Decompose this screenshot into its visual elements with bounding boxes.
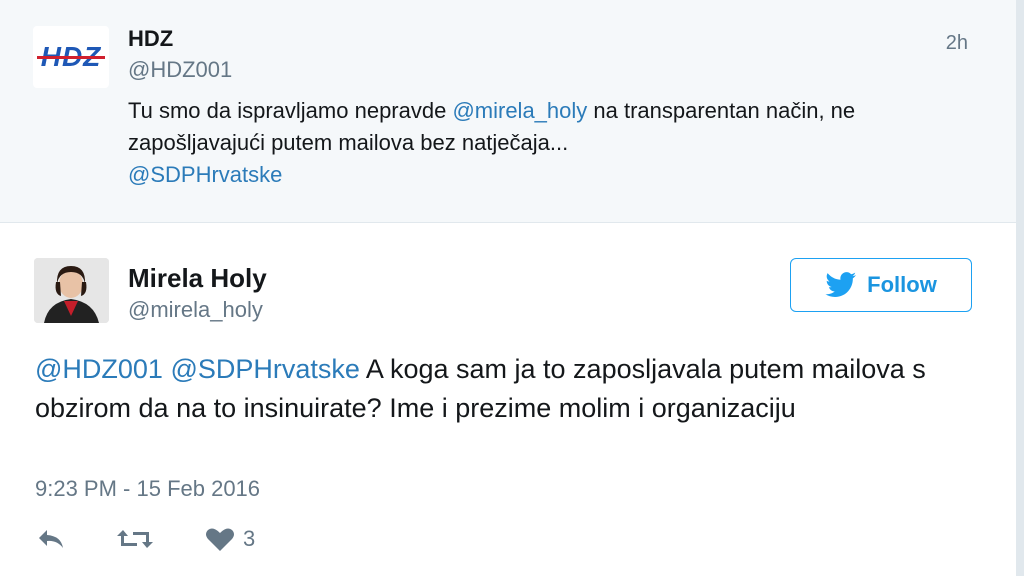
retweet-button[interactable]: [115, 526, 155, 552]
parent-tweet[interactable]: HDZ HDZ @HDZ001 2h Tu smo da ispravljamo…: [0, 0, 1016, 223]
like-button[interactable]: 3: [205, 526, 255, 552]
parent-tweet-text: Tu smo da ispravljamo nepravde @mirela_h…: [128, 95, 988, 191]
reply-button[interactable]: [35, 526, 67, 552]
hdz-logo: HDZ: [36, 41, 105, 72]
author-name[interactable]: Mirela Holy: [128, 263, 267, 294]
tweet-text: @HDZ001 @SDPHrvatske A koga sam ja to za…: [35, 350, 985, 428]
heart-icon: [206, 528, 234, 551]
mention-link-sdphrvatske-main[interactable]: @SDPHrvatske: [170, 354, 359, 384]
reply-icon: [39, 530, 63, 548]
avatar-photo: [34, 258, 109, 323]
twitter-bird-icon: [825, 272, 857, 297]
mirela-holy-avatar[interactable]: [34, 258, 109, 323]
follow-label: Follow: [867, 272, 937, 297]
right-frame-border: [1016, 0, 1024, 576]
mention-link-hdz001[interactable]: @HDZ001: [35, 354, 163, 384]
tweet-actions: 3: [35, 522, 255, 556]
retweet-icon: [117, 530, 153, 548]
follow-button[interactable]: Follow: [790, 258, 972, 312]
author-handle[interactable]: @mirela_holy: [128, 297, 263, 323]
mention-link-mirela-holy[interactable]: @mirela_holy: [452, 98, 587, 123]
parent-author-name[interactable]: HDZ: [128, 26, 173, 52]
hdz-avatar[interactable]: HDZ: [33, 26, 109, 88]
mention-link-sdphrvatske[interactable]: @SDPHrvatske: [128, 162, 282, 187]
parent-author-handle[interactable]: @HDZ001: [128, 57, 232, 83]
tweet-body: A koga sam ja to zaposljavala putem mail…: [35, 354, 926, 423]
parent-tweet-time[interactable]: 2h: [946, 32, 968, 55]
like-count: 3: [243, 526, 256, 551]
tweet-timestamp[interactable]: 9:23 PM - 15 Feb 2016: [35, 476, 260, 502]
parent-text-start: Tu smo da ispravljamo nepravde: [128, 98, 453, 123]
